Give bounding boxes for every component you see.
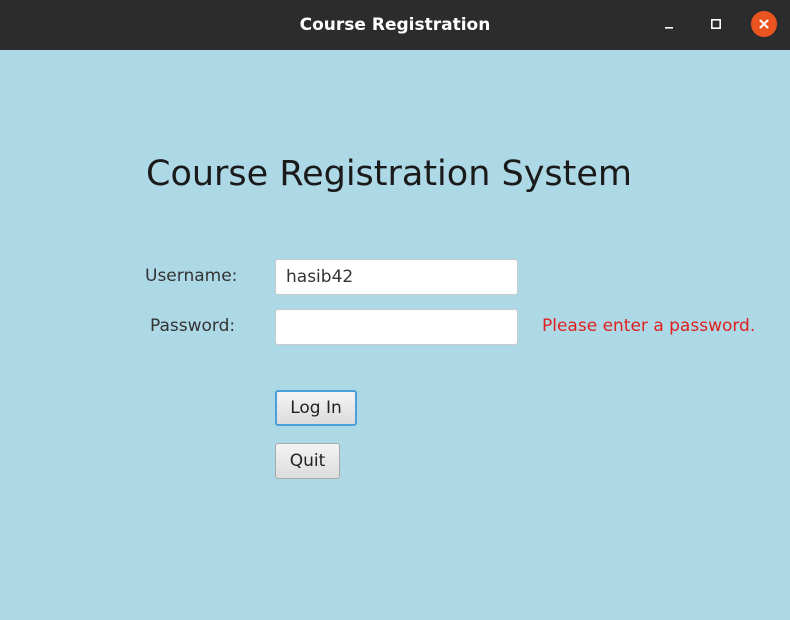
close-icon	[759, 19, 769, 29]
maximize-icon	[710, 18, 721, 29]
username-field[interactable]	[275, 259, 518, 295]
login-panel: Course Registration System Username: Pas…	[0, 50, 790, 620]
quit-button[interactable]: Quit	[275, 443, 340, 479]
minimize-icon	[665, 27, 673, 29]
page-title: Course Registration System	[146, 154, 633, 194]
login-button[interactable]: Log In	[275, 390, 357, 426]
password-error-message: Please enter a password.	[542, 316, 756, 336]
close-button[interactable]	[751, 11, 777, 37]
password-field[interactable]	[275, 309, 518, 345]
password-label: Password:	[150, 316, 236, 336]
username-label: Username:	[145, 266, 238, 286]
maximize-button[interactable]	[703, 11, 729, 37]
minimize-button[interactable]	[656, 11, 682, 37]
window-titlebar[interactable]: Course Registration	[0, 0, 790, 50]
